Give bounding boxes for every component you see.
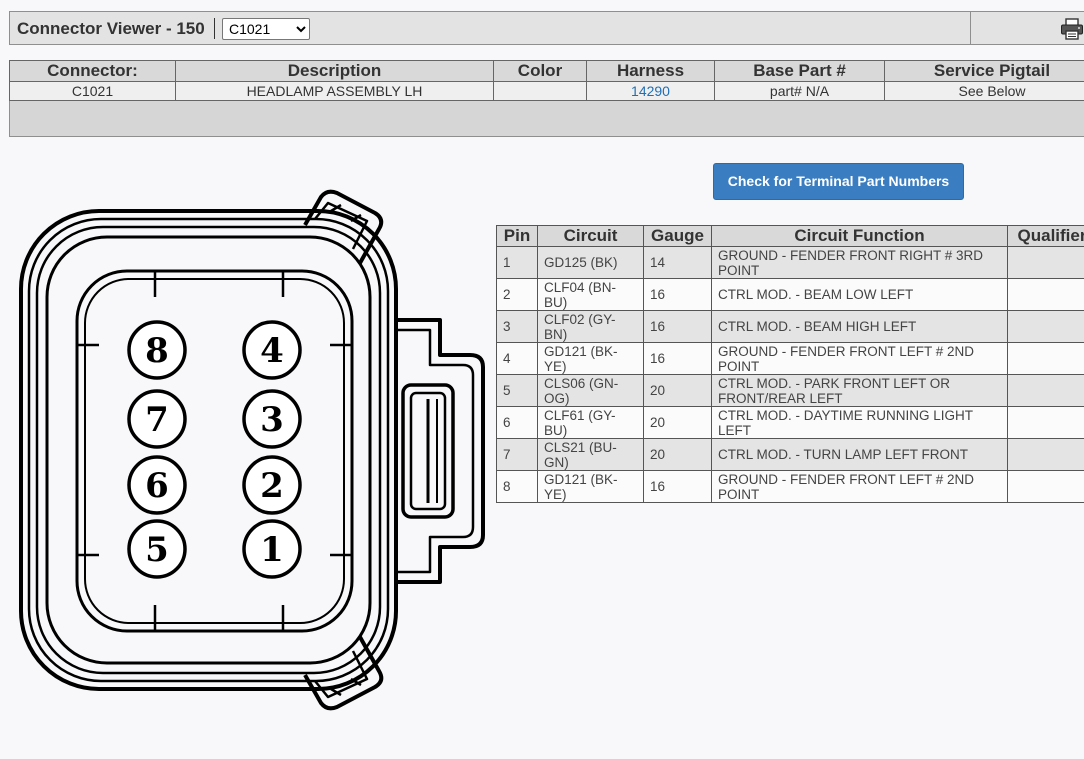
circuit-cell: GD121 (BK-YE) [537, 342, 644, 375]
header-gauge: Gauge [643, 225, 712, 247]
connector-select[interactable]: C1021 [222, 18, 310, 40]
circuit-cell: CLF02 (GY-BN) [537, 310, 644, 343]
connector-face-diagram: 8 4 7 3 6 2 5 1 [19, 189, 485, 711]
header-divider [970, 12, 971, 44]
pin-cell: 2 [496, 278, 538, 311]
pin-6-label: 6 [145, 466, 169, 506]
pin-row[interactable]: 8 GD121 (BK-YE) 16 GROUND - FENDER FRONT… [496, 470, 1084, 503]
function-cell: CTRL MOD. - BEAM LOW LEFT [711, 278, 1008, 311]
circuit-cell: GD125 (BK) [537, 246, 644, 279]
header-pin: Pin [496, 225, 538, 247]
pin-2-label: 2 [260, 466, 284, 506]
pin-cell: 8 [496, 470, 538, 503]
latch-ear-top [314, 201, 369, 250]
cell-harness: 14290 [586, 81, 715, 101]
pin-table: Pin Circuit Gauge Circuit Function Quali… [496, 225, 1084, 503]
lock-tab [396, 318, 485, 584]
qualifier-cell [1007, 374, 1084, 407]
page-title: Connector Viewer - 150 [17, 19, 205, 38]
check-terminal-part-numbers-button[interactable]: Check for Terminal Part Numbers [713, 163, 964, 200]
cell-color [493, 81, 587, 101]
pin-row[interactable]: 7 CLS21 (BU-GN) 20 CTRL MOD. - TURN LAMP… [496, 438, 1084, 471]
pin-4-label: 4 [260, 331, 284, 371]
gauge-cell: 16 [643, 278, 712, 311]
gauge-cell: 20 [643, 438, 712, 471]
circuit-cell: CLS21 (BU-GN) [537, 438, 644, 471]
header-circuit: Circuit [537, 225, 644, 247]
pin-8-label: 8 [145, 331, 169, 371]
pin-table-header: Pin Circuit Gauge Circuit Function Quali… [496, 225, 1084, 247]
connector-table-header: Connector: Description Color Harness Bas… [9, 60, 1084, 82]
connector-table-row: C1021 HEADLAMP ASSEMBLY LH 14290 part# N… [9, 81, 1084, 101]
pin-1-label: 1 [260, 530, 284, 570]
qualifier-cell [1007, 310, 1084, 343]
pin-row[interactable]: 1 GD125 (BK) 14 GROUND - FENDER FRONT RI… [496, 246, 1084, 279]
pin-row[interactable]: 3 CLF02 (GY-BN) 16 CTRL MOD. - BEAM HIGH… [496, 310, 1084, 343]
printer-icon[interactable] [1060, 18, 1084, 40]
function-cell: CTRL MOD. - PARK FRONT LEFT OR FRONT/REA… [711, 374, 1008, 407]
header-qualifier: Qualifier [1007, 225, 1084, 247]
qualifier-cell [1007, 342, 1084, 375]
pin-cell: 6 [496, 406, 538, 439]
header-service-pigtail: Service Pigtail [884, 60, 1084, 82]
qualifier-cell [1007, 278, 1084, 311]
pin-cell: 3 [496, 310, 538, 343]
header-connector: Connector: [9, 60, 176, 82]
pin-cell: 4 [496, 342, 538, 375]
pin-5-label: 5 [145, 530, 169, 570]
header-description: Description [175, 60, 494, 82]
harness-link[interactable]: 14290 [631, 83, 670, 99]
pin-cell: 1 [496, 246, 538, 279]
connector-info-table: Connector: Description Color Harness Bas… [9, 60, 1084, 101]
function-cell: GROUND - FENDER FRONT LEFT # 2ND POINT [711, 342, 1008, 375]
header-base-part: Base Part # [714, 60, 885, 82]
header-color: Color [493, 60, 587, 82]
circuit-cell: CLF04 (BN-BU) [537, 278, 644, 311]
pin-row[interactable]: 4 GD121 (BK-YE) 16 GROUND - FENDER FRONT… [496, 342, 1084, 375]
connector-housing-ring [35, 225, 382, 675]
gauge-cell: 20 [643, 406, 712, 439]
lock-tab [396, 328, 475, 574]
circuit-cell: CLF61 (GY-BU) [537, 406, 644, 439]
connector-viewer-header: Connector Viewer - 150 C1021 [9, 11, 1084, 45]
pin-3-label: 3 [260, 400, 284, 440]
cell-description: HEADLAMP ASSEMBLY LH [175, 81, 494, 101]
qualifier-cell [1007, 470, 1084, 503]
qualifier-cell [1007, 246, 1084, 279]
function-cell: GROUND - FENDER FRONT LEFT # 2ND POINT [711, 470, 1008, 503]
cell-base-part: part# N/A [714, 81, 885, 101]
pin-row[interactable]: 5 CLS06 (GN-OG) 20 CTRL MOD. - PARK FRON… [496, 374, 1084, 407]
circuit-cell: CLS06 (GN-OG) [537, 374, 644, 407]
gauge-cell: 16 [643, 310, 712, 343]
cell-connector: C1021 [9, 81, 176, 101]
connector-cavity-border [84, 278, 345, 624]
header-harness: Harness [586, 60, 715, 82]
pin-row[interactable]: 2 CLF04 (BN-BU) 16 CTRL MOD. - BEAM LOW … [496, 278, 1084, 311]
cell-service-pigtail: See Below [884, 81, 1084, 101]
qualifier-cell [1007, 438, 1084, 471]
function-cell: CTRL MOD. - BEAM HIGH LEFT [711, 310, 1008, 343]
connector-cavity-border [75, 269, 354, 633]
header-circuit-function: Circuit Function [711, 225, 1008, 247]
function-cell: GROUND - FENDER FRONT RIGHT # 3RD POINT [711, 246, 1008, 279]
gauge-cell: 16 [643, 342, 712, 375]
qualifier-cell [1007, 406, 1084, 439]
pin-cell: 5 [496, 374, 538, 407]
function-cell: CTRL MOD. - TURN LAMP LEFT FRONT [711, 438, 1008, 471]
pin-7-label: 7 [145, 400, 169, 440]
gauge-cell: 20 [643, 374, 712, 407]
pin-cell: 7 [496, 438, 538, 471]
gauge-cell: 16 [643, 470, 712, 503]
connector-detail-bar [9, 101, 1084, 137]
latch-ear-bottom [314, 650, 369, 699]
gauge-cell: 14 [643, 246, 712, 279]
function-cell: CTRL MOD. - DAYTIME RUNNING LIGHT LEFT [711, 406, 1008, 439]
pin-row[interactable]: 6 CLF61 (GY-BU) 20 CTRL MOD. - DAYTIME R… [496, 406, 1084, 439]
connector-housing-ring [27, 217, 390, 683]
circuit-cell: GD121 (BK-YE) [537, 470, 644, 503]
connector-housing-ring [45, 235, 372, 665]
title-separator [214, 18, 215, 39]
